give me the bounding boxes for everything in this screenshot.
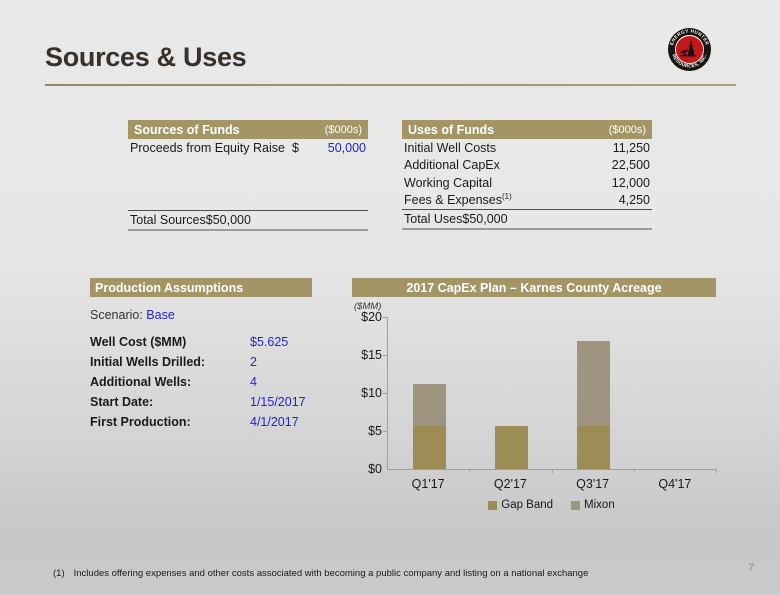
company-logo-icon: ENERGY HUNTER RESOURCES, INC.: [667, 27, 712, 72]
chart-y-labels: $0$5$10$15$20: [352, 317, 382, 469]
y-axis-label: $5: [352, 424, 382, 438]
title-divider: [45, 84, 736, 86]
production-assumptions-panel: Production Assumptions Scenario: Base We…: [90, 278, 312, 435]
assumption-label: Additional Wells:: [90, 375, 191, 389]
total-label: Total Sources: [130, 213, 206, 227]
bar-segment: [577, 341, 610, 427]
capex-chart: 2017 CapEx Plan – Karnes County Acreage …: [352, 278, 716, 518]
bar-segment: [413, 384, 446, 427]
assumption-rows: Well Cost ($MM) $5.625 Initial Wells Dri…: [90, 335, 312, 435]
currency-symbol: $: [292, 141, 308, 155]
assumption-value: 2: [250, 355, 257, 369]
uses-total-row: Total Uses $ 50,000: [402, 209, 652, 230]
y-axis-tick: [383, 317, 388, 318]
bar-segment: [577, 426, 610, 469]
scenario-value: Base: [146, 308, 175, 322]
assumption-value: 1/15/2017: [250, 395, 306, 409]
chart-title-bar: 2017 CapEx Plan – Karnes County Acreage: [352, 278, 716, 297]
x-axis-category-label: Q3'17: [552, 477, 634, 491]
uses-header-label: Uses of Funds: [408, 123, 494, 137]
assumption-value: 4/1/2017: [250, 415, 299, 429]
sources-total-row: Total Sources $ 50,000: [128, 210, 368, 231]
page-title: Sources & Uses: [45, 42, 246, 73]
row-label: Initial Well Costs: [404, 141, 592, 155]
assumption-label: First Production:: [90, 415, 191, 429]
chart-x-labels: Q1'17Q2'17Q3'17Q4'17: [387, 477, 716, 492]
assumption-row: First Production: 4/1/2017: [90, 415, 312, 435]
scenario-line: Scenario: Base: [90, 308, 312, 322]
chart-title: 2017 CapEx Plan – Karnes County Acreage: [406, 281, 661, 295]
row-value: 4,250: [592, 193, 650, 207]
assumption-value: 4: [250, 375, 257, 389]
currency-symbol: $: [206, 213, 213, 227]
sources-of-funds-table: Sources of Funds ($000s) Proceeds from E…: [128, 120, 368, 231]
footnote-marker: (1): [53, 568, 65, 579]
row-label: Working Capital: [404, 176, 592, 190]
footnote-ref: (1): [502, 192, 512, 201]
table-spacer: [128, 157, 368, 210]
slide: Sources & Uses ENERGY HUNTER RESOURCES, …: [0, 0, 780, 595]
x-axis-category-label: Q1'17: [387, 477, 469, 491]
uses-table-header: Uses of Funds ($000s): [402, 120, 652, 139]
row-value: 50,000: [308, 141, 366, 155]
assumption-row: Well Cost ($MM) $5.625: [90, 335, 312, 355]
total-label: Total Uses: [404, 212, 462, 226]
chart-legend: Gap Band Mixon: [387, 499, 716, 511]
panel-title: Production Assumptions: [95, 281, 243, 295]
y-axis-tick: [383, 355, 388, 356]
table-row: Fees & Expenses(1) 4,250: [402, 192, 652, 210]
row-value: 12,000: [592, 176, 650, 190]
assumption-row: Additional Wells: 4: [90, 375, 312, 395]
footnote-text: Includes offering expenses and other cos…: [74, 568, 589, 579]
assumption-row: Initial Wells Drilled: 2: [90, 355, 312, 375]
table-row: Proceeds from Equity Raise $ 50,000: [128, 139, 368, 157]
assumption-label: Initial Wells Drilled:: [90, 355, 205, 369]
x-axis-category-label: Q2'17: [469, 477, 551, 491]
scenario-label: Scenario:: [90, 308, 143, 322]
sources-header-label: Sources of Funds: [134, 123, 240, 137]
footnote: (1) Includes offering expenses and other…: [53, 568, 588, 579]
y-axis-label: $0: [352, 462, 382, 476]
bar-segment: [413, 426, 446, 469]
table-row: Working Capital 12,000: [402, 174, 652, 192]
bar-segment: [495, 426, 528, 469]
y-axis-label: $10: [352, 386, 382, 400]
legend-swatch: [488, 501, 497, 510]
legend-item: Mixon: [571, 499, 615, 511]
legend-label: Gap Band: [501, 499, 553, 511]
uses-of-funds-table: Uses of Funds ($000s) Initial Well Costs…: [402, 120, 652, 230]
page-number: 7: [748, 562, 754, 574]
sources-units-label: ($000s): [325, 124, 362, 136]
chart-plot: [387, 317, 717, 470]
total-value: 50,000: [469, 212, 507, 226]
uses-units-label: ($000s): [609, 124, 646, 136]
legend-swatch: [571, 501, 580, 510]
legend-item: Gap Band: [488, 499, 553, 511]
x-axis-tick: [716, 469, 717, 473]
table-row: Initial Well Costs 11,250: [402, 139, 652, 157]
sources-table-header: Sources of Funds ($000s): [128, 120, 368, 139]
y-axis-tick: [383, 431, 388, 432]
x-axis-tick: [552, 469, 553, 473]
row-label: Additional CapEx: [404, 158, 592, 172]
assumption-label: Start Date:: [90, 395, 153, 409]
y-axis-tick: [383, 393, 388, 394]
assumption-row: Start Date: 1/15/2017: [90, 395, 312, 415]
production-assumptions-header: Production Assumptions: [90, 278, 312, 297]
row-label: Fees & Expenses(1): [404, 193, 592, 207]
x-axis-tick: [469, 469, 470, 473]
row-value: 22,500: [592, 158, 650, 172]
assumption-value: $5.625: [250, 335, 288, 349]
x-axis-tick: [634, 469, 635, 473]
y-axis-label: $15: [352, 348, 382, 362]
total-value: 50,000: [213, 213, 251, 227]
row-value: 11,250: [592, 141, 650, 155]
row-label: Proceeds from Equity Raise: [130, 141, 292, 155]
y-axis-label: $20: [352, 310, 382, 324]
legend-label: Mixon: [584, 499, 615, 511]
assumption-label: Well Cost ($MM): [90, 335, 186, 349]
currency-symbol: $: [462, 212, 469, 226]
table-row: Additional CapEx 22,500: [402, 157, 652, 175]
x-axis-category-label: Q4'17: [634, 477, 716, 491]
